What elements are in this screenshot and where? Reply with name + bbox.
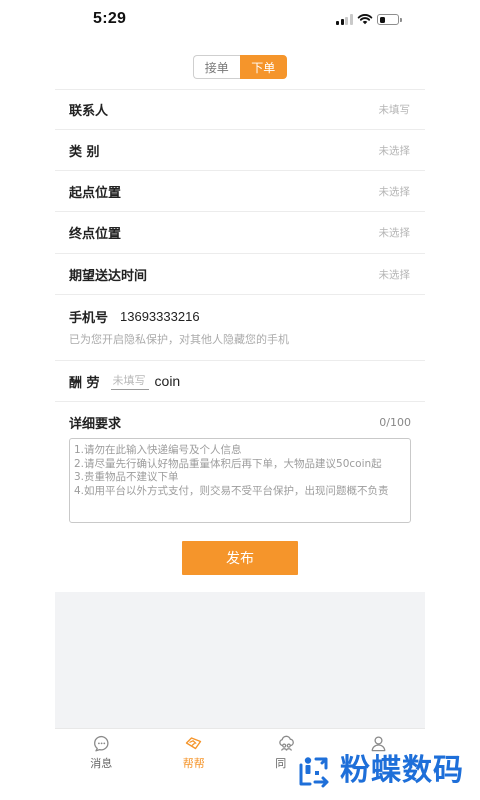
start-location-label: 起点位置: [69, 185, 122, 201]
tab-help[interactable]: 帮帮: [148, 729, 241, 800]
help-handshake-icon: [186, 737, 202, 750]
cloud-group-icon: [278, 735, 294, 751]
start-location-row[interactable]: 起点位置 未选择: [55, 171, 425, 212]
tab-local-label: 同: [275, 757, 287, 770]
category-label: 类 别: [69, 144, 100, 160]
signal-bar: [340, 19, 344, 25]
reward-input[interactable]: [110, 372, 149, 390]
phone-row: 手机号 13693333216 已为您开启隐私保护，对其他人隐藏您的手机: [55, 295, 425, 361]
details-label: 详细要求: [69, 416, 122, 432]
phone-line: 手机号 13693333216: [69, 308, 410, 326]
tab-messages[interactable]: 消息: [55, 729, 148, 800]
order-mode-switch: 接单 下单: [193, 55, 287, 79]
signal-bar: [336, 21, 339, 25]
start-location-value: 未选择: [378, 185, 411, 198]
publish-button[interactable]: 发布: [182, 541, 298, 575]
signal-bar: [345, 16, 348, 25]
person-icon: [371, 736, 386, 752]
reward-row: 酬 劳 coin: [55, 361, 425, 402]
phone-number: 13693333216: [120, 308, 200, 324]
tab-accept-order[interactable]: 接单: [193, 55, 240, 79]
contact-label: 联系人: [69, 104, 109, 119]
details-textarea[interactable]: [69, 438, 411, 523]
wifi-icon: [357, 14, 373, 25]
expected-time-value: 未选择: [378, 268, 411, 281]
status-time: 5:29: [93, 10, 127, 27]
watermark-text: 粉蝶数码: [340, 753, 464, 788]
battery-fill: [379, 16, 386, 23]
watermark: 粉蝶数码: [295, 752, 464, 790]
reward-unit: coin: [154, 373, 181, 389]
end-location-row[interactable]: 终点位置 未选择: [55, 212, 425, 254]
expected-time-label: 期望送达时间: [69, 268, 148, 284]
tab-messages-label: 消息: [90, 757, 113, 770]
cellular-signal-icon: [336, 14, 353, 25]
end-location-label: 终点位置: [69, 227, 122, 242]
tab-place-order[interactable]: 下单: [239, 55, 287, 79]
reward-label: 酬 劳: [69, 375, 100, 391]
order-form: 联系人 未填写 类 别 未选择 起点位置 未选择 终点位置 未选择 期望送达时间…: [55, 89, 425, 523]
expected-time-row[interactable]: 期望送达时间 未选择: [55, 254, 425, 295]
tab-help-label: 帮帮: [182, 757, 205, 770]
battery-nub: [400, 17, 402, 22]
details-section: 详细要求 0/100: [55, 402, 425, 523]
category-row[interactable]: 类 别 未选择: [55, 130, 425, 171]
category-value: 未选择: [378, 144, 411, 157]
empty-panel: [55, 592, 425, 728]
details-char-counter: 0/100: [379, 415, 411, 429]
phone-label: 手机号: [69, 310, 109, 326]
privacy-note: 已为您开启隐私保护，对其他人隐藏您的手机: [69, 333, 289, 346]
chat-bubble-icon: [93, 735, 109, 752]
details-header: 详细要求 0/100: [69, 414, 411, 432]
contact-value: 未填写: [378, 104, 411, 116]
signal-bar: [349, 14, 353, 25]
contact-row[interactable]: 联系人 未填写: [55, 90, 425, 130]
butterfly-logo-icon: [299, 757, 329, 788]
battery-icon: [377, 14, 399, 25]
end-location-value: 未选择: [378, 227, 411, 239]
